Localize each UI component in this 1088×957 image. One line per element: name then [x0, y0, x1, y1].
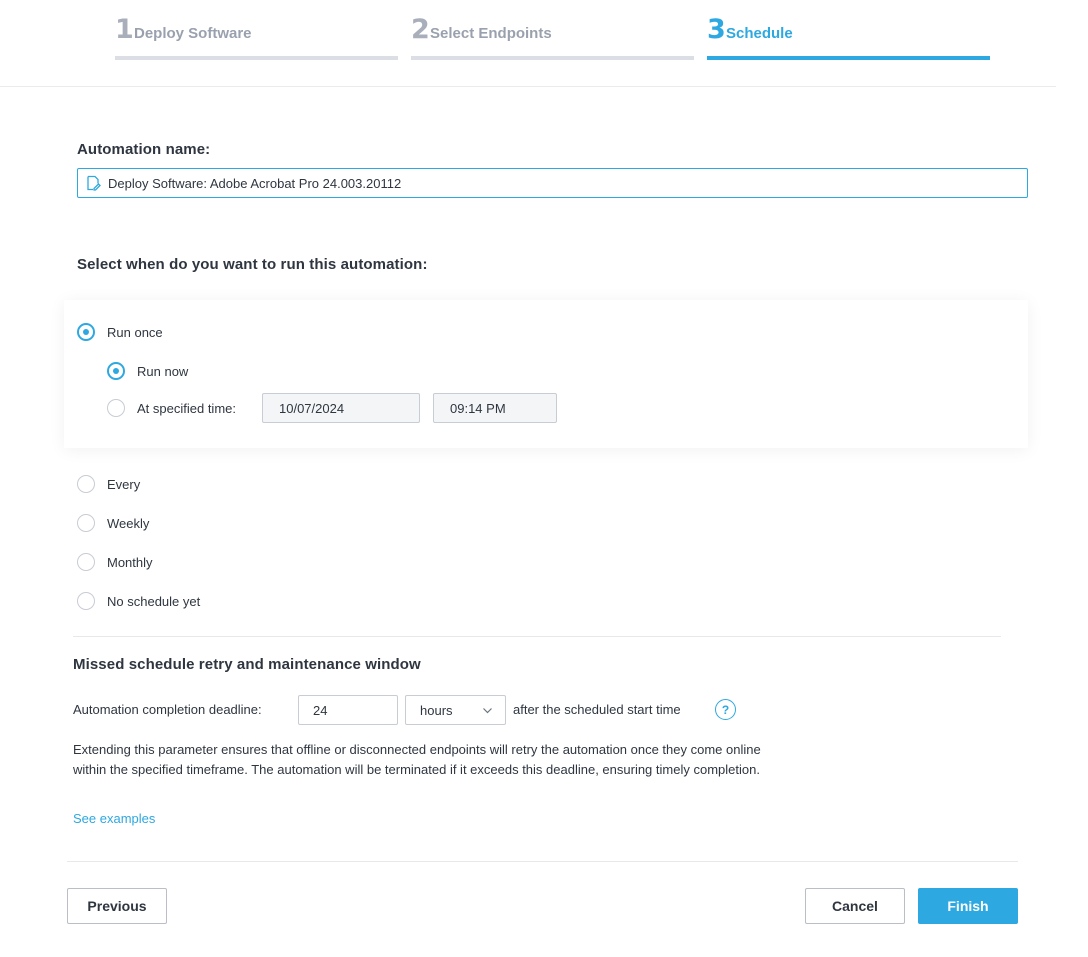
deadline-label: Automation completion deadline:: [73, 702, 262, 717]
select-value: hours: [420, 702, 453, 718]
option-no-schedule[interactable]: No schedule yet: [77, 592, 200, 610]
step-number: 1: [115, 14, 134, 45]
option-label: Every: [107, 476, 141, 492]
option-label: Run now: [137, 363, 189, 379]
date-input[interactable]: 10/07/2024: [262, 393, 420, 423]
automation-name-input[interactable]: [108, 175, 1008, 191]
radio-button[interactable]: [77, 475, 95, 493]
radio-button[interactable]: [77, 592, 95, 610]
step-number: 3: [707, 14, 726, 45]
retry-description: Extending this parameter ensures that of…: [73, 742, 761, 777]
retry-heading: Missed schedule retry and maintenance wi…: [73, 656, 421, 673]
step-progress-bar: [411, 56, 694, 60]
step-number: 2: [411, 14, 430, 45]
option-label: At specified time:: [137, 400, 236, 416]
section-divider: [73, 636, 1001, 637]
option-monthly[interactable]: Monthly: [77, 553, 153, 571]
run-once-panel: [64, 300, 1028, 448]
option-label: Run once: [107, 324, 163, 340]
wizard-stepper: 1 Deploy Software 2 Select Endpoints 3 S…: [0, 0, 1056, 87]
deadline-after-text: after the scheduled start time: [513, 702, 681, 717]
step-label: Deploy Software: [134, 25, 252, 42]
radio-button[interactable]: [77, 514, 95, 532]
cancel-button[interactable]: Cancel: [805, 888, 905, 924]
option-every[interactable]: Every: [77, 475, 140, 493]
footer-divider: [67, 861, 1018, 862]
option-run-once[interactable]: Run once: [77, 323, 163, 341]
option-at-specified-time[interactable]: At specified time:: [107, 399, 236, 417]
option-weekly[interactable]: Weekly: [77, 514, 149, 532]
edit-icon: [78, 175, 108, 191]
step-progress-bar: [707, 56, 990, 60]
help-icon[interactable]: ?: [715, 699, 736, 720]
radio-button[interactable]: [77, 553, 95, 571]
option-label: Weekly: [107, 515, 150, 531]
option-run-now[interactable]: Run now: [107, 362, 188, 380]
step-schedule[interactable]: 3 Schedule: [707, 14, 990, 60]
chevron-down-icon: [482, 704, 493, 719]
step-label: Select Endpoints: [430, 25, 552, 42]
see-examples-link[interactable]: See examples: [73, 811, 155, 826]
option-label: Monthly: [107, 554, 153, 570]
finish-button[interactable]: Finish: [918, 888, 1018, 924]
previous-button[interactable]: Previous: [67, 888, 167, 924]
radio-button[interactable]: [107, 362, 125, 380]
step-label: Schedule: [726, 25, 793, 42]
automation-name-label: Automation name:: [77, 141, 211, 158]
automation-name-field[interactable]: [77, 168, 1028, 198]
step-select-endpoints[interactable]: 2 Select Endpoints: [411, 14, 694, 60]
radio-button[interactable]: [107, 399, 125, 417]
option-label: No schedule yet: [107, 593, 201, 609]
deadline-unit-select[interactable]: hours: [405, 695, 506, 725]
time-input[interactable]: 09:14 PM: [433, 393, 557, 423]
schedule-question: Select when do you want to run this auto…: [77, 256, 428, 273]
radio-button[interactable]: [77, 323, 95, 341]
deadline-input[interactable]: 24: [298, 695, 398, 725]
step-deploy-software[interactable]: 1 Deploy Software: [115, 14, 398, 60]
step-progress-bar: [115, 56, 398, 60]
